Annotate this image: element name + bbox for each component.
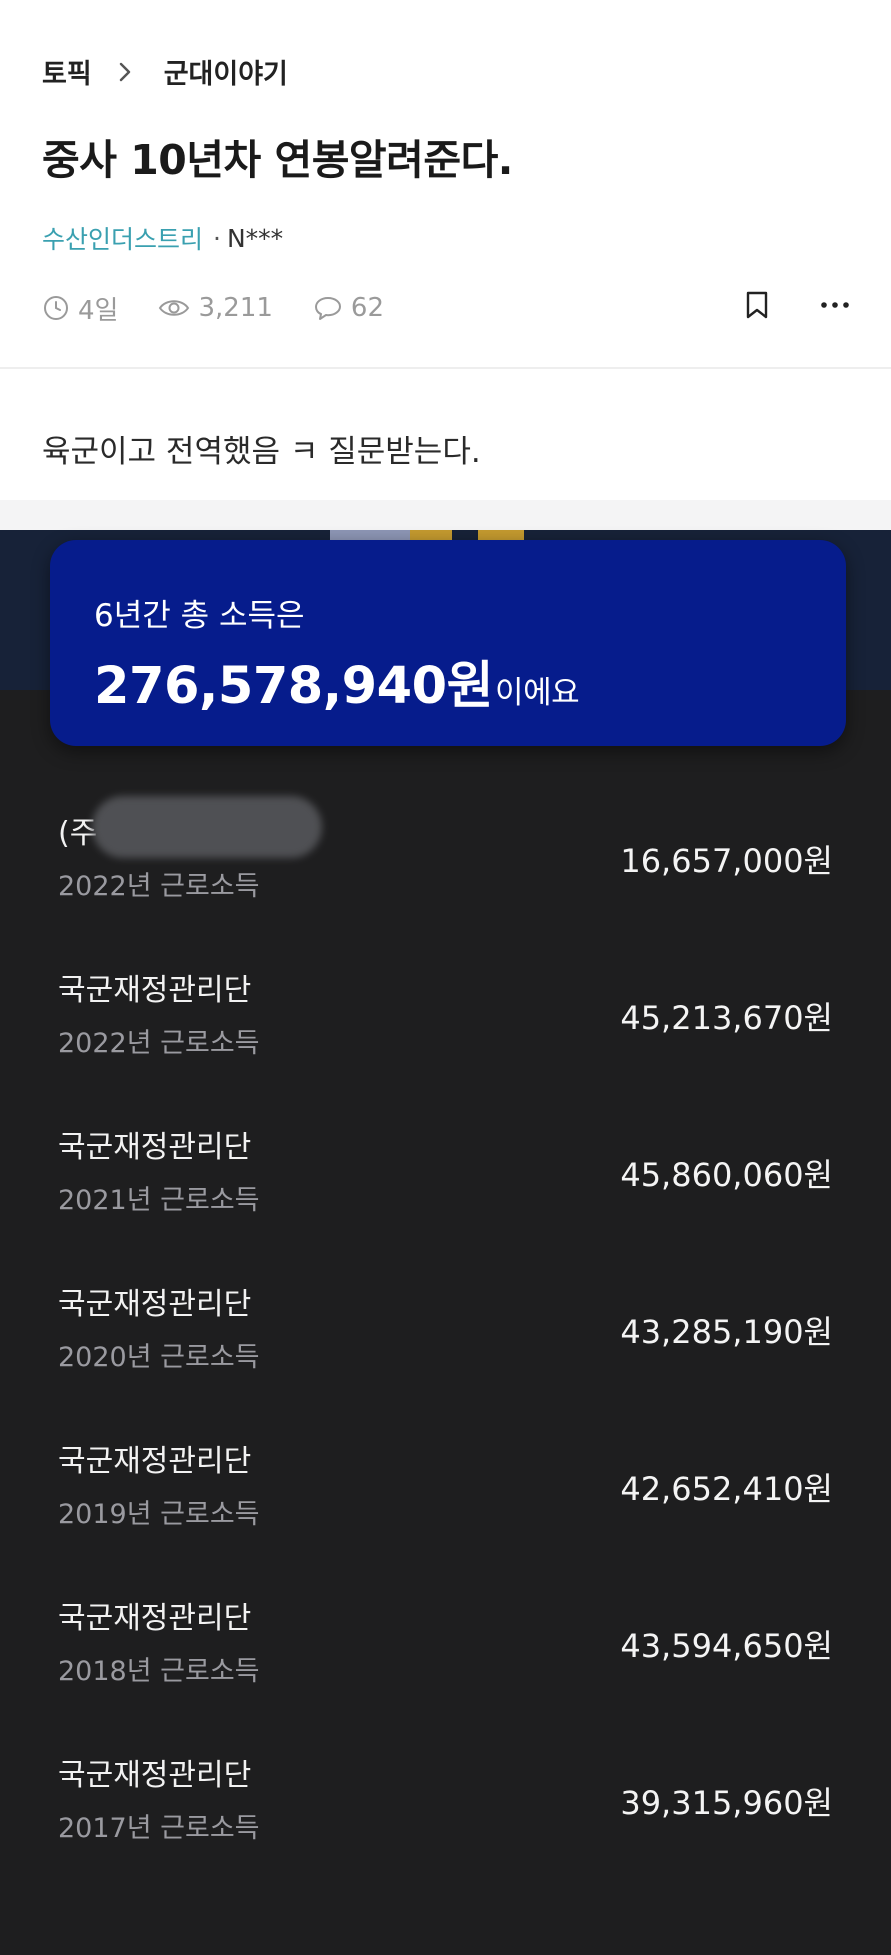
- breadcrumb-topic-link[interactable]: 토픽: [42, 52, 92, 91]
- decor-strip: [478, 530, 524, 540]
- content-gap: [0, 500, 891, 530]
- income-year: 2018년 근로소득: [58, 1656, 260, 1687]
- income-row: 국군재정관리단 2019년 근로소득 42,652,410원: [0, 1436, 891, 1593]
- income-amount: 45,213,670원: [620, 999, 833, 1037]
- income-amount: 45,860,060원: [620, 1156, 833, 1194]
- post-title: 중사 10년차 연봉알려준다.: [42, 136, 513, 184]
- post-views-value: 3,211: [198, 293, 273, 323]
- income-row: (주 2022년 근로소득 16,657,000원: [0, 796, 891, 965]
- author-info: 수산인더스트리 · N***: [42, 220, 283, 256]
- more-icon[interactable]: [820, 300, 850, 310]
- post-views: 3,211: [158, 293, 273, 323]
- income-amount: 43,285,190원: [620, 1313, 833, 1351]
- income-amount: 43,594,650원: [620, 1627, 833, 1665]
- redaction-blur: [92, 796, 322, 858]
- chevron-right-icon: [119, 62, 130, 81]
- decor-strip: [410, 530, 452, 540]
- divider: [0, 367, 891, 369]
- income-screenshot: 6년간 총 소득은 276,578,940원이에요 (주 2022년 근로소득 …: [0, 530, 891, 1955]
- post-header: 토픽 군대이야기 중사 10년차 연봉알려준다. 수산인더스트리 · N*** …: [0, 0, 891, 530]
- income-year: 2022년 근로소득: [58, 1028, 260, 1059]
- post-body: 육군이고 전역했음 ㅋ 질문받는다.: [42, 434, 481, 470]
- comment-icon: [314, 297, 341, 320]
- total-income-card: 6년간 총 소득은 276,578,940원이에요: [50, 540, 846, 746]
- post-meta: 4일 3,211 62: [42, 290, 850, 326]
- income-employer: 국군재정관리단: [58, 973, 252, 1008]
- post-comments[interactable]: 62: [313, 293, 384, 323]
- income-row: 국군재정관리단 2018년 근로소득 43,594,650원: [0, 1593, 891, 1750]
- income-row: 국군재정관리단 2021년 근로소득 45,860,060원: [0, 1122, 891, 1279]
- total-income-amount: 276,578,940원이에요: [94, 644, 580, 718]
- income-list: (주 2022년 근로소득 16,657,000원 국군재정관리단 2022년 …: [0, 796, 891, 1907]
- income-row: 국군재정관리단 2022년 근로소득 45,213,670원: [0, 965, 891, 1122]
- author-company-link[interactable]: 수산인더스트리: [42, 220, 203, 256]
- total-income-label: 6년간 총 소득은: [94, 598, 305, 634]
- post-time-value: 4일: [78, 295, 119, 326]
- author-name: N***: [226, 223, 284, 253]
- income-row: 국군재정관리단 2020년 근로소득 43,285,190원: [0, 1279, 891, 1436]
- income-amount: 42,652,410원: [620, 1470, 833, 1508]
- income-year: 2019년 근로소득: [58, 1499, 260, 1530]
- income-employer: 국군재정관리단: [58, 1444, 252, 1479]
- income-employer: 국군재정관리단: [58, 1287, 252, 1322]
- breadcrumb: 토픽 군대이야기: [42, 52, 288, 91]
- total-income-suffix: 이에요: [495, 675, 580, 711]
- income-year: 2021년 근로소득: [58, 1185, 260, 1216]
- income-year: 2020년 근로소득: [58, 1342, 260, 1373]
- decor-strip: [330, 530, 410, 540]
- income-employer: 국군재정관리단: [58, 1758, 252, 1793]
- total-income-value: 276,578,940원: [94, 657, 494, 716]
- post-actions: [744, 290, 850, 320]
- income-year: 2017년 근로소득: [58, 1813, 260, 1844]
- income-employer: 국군재정관리단: [58, 1601, 252, 1636]
- income-amount: 16,657,000원: [620, 842, 833, 880]
- income-employer: 국군재정관리단: [58, 1130, 252, 1165]
- breadcrumb-board-link[interactable]: 군대이야기: [164, 52, 288, 91]
- income-year: 2022년 근로소득: [58, 871, 260, 902]
- eye-icon: [159, 300, 190, 316]
- author-separator: ·: [213, 223, 221, 253]
- post-comments-value: 62: [350, 293, 384, 323]
- clock-icon: [44, 296, 68, 320]
- income-amount: 39,315,960원: [620, 1784, 833, 1822]
- income-row: 국군재정관리단 2017년 근로소득 39,315,960원: [0, 1750, 891, 1907]
- bookmark-icon[interactable]: [744, 290, 770, 320]
- post-time: 4일: [42, 290, 118, 327]
